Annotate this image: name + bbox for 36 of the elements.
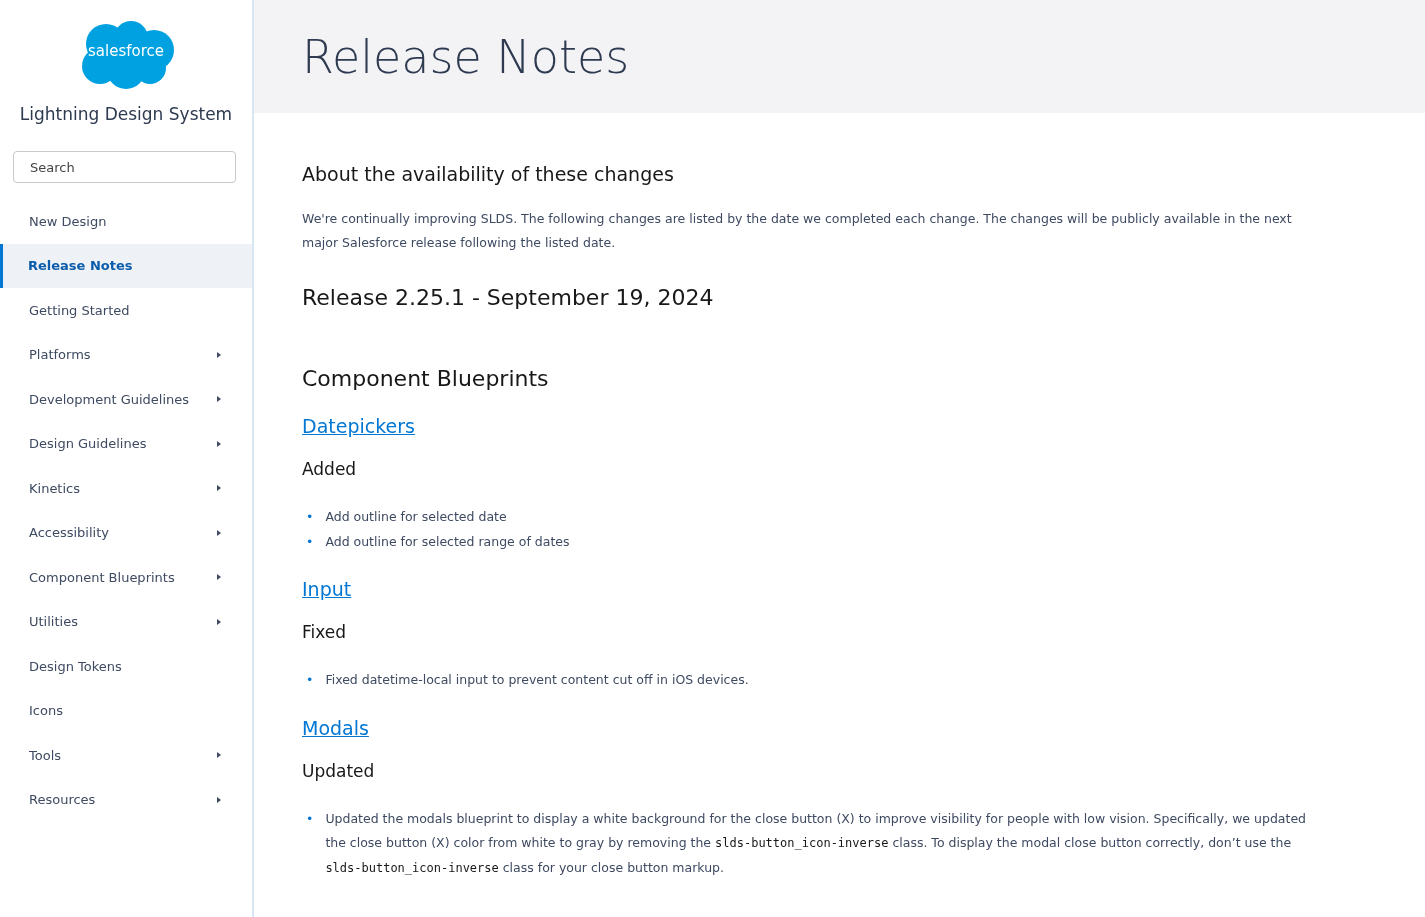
change-type: Added [302,459,358,479]
nav-item[interactable]: Getting Started [0,288,252,333]
page-title: Release Notes [302,29,630,84]
logo-text: salesforce [87,42,165,60]
nav-item[interactable]: Accessibility [0,510,252,555]
nav-item[interactable]: Kinetics [0,466,252,511]
change-item: Add outline for selected date [325,508,508,526]
nav-item[interactable]: Icons [0,688,252,733]
change-item: Add outline for selected range of dates [325,532,571,551]
nav-item[interactable]: Design Tokens [0,644,252,689]
release-title: Release 2.25.1 - September 19, 2024 [302,285,715,310]
nav-item[interactable]: Resources [0,777,252,822]
nav-item[interactable]: New Design [0,199,252,244]
component-link[interactable]: Datepickers [302,415,415,437]
nav-item[interactable]: Design Guidelines [0,421,252,466]
change-item: Updated the modals blueprint to display a white background for the close button (X) to improve visibility for people with low vision. Specifically, we updated the close button (X) color from white to gray by removing the slds-button_icon-inverse class. To display the modal close button correctly, don’t use the slds-button_icon-inverse class for your close button markup. [325,809,1307,877]
nav-item[interactable]: Component Blueprints [0,555,252,600]
site-title: Lightning Design System [19,104,233,124]
change-type: Fixed [302,622,348,642]
intro-paragraph: We're continually improving SLDS. The following changes are listed by the date we completed each change. The changes will be publicly available in the next major Salesforce release following the listed date. [302,210,1293,252]
nav-item[interactable]: Tools [0,733,252,778]
change-item: Fixed datetime-local input to prevent content cut off in iOS devices. [325,671,750,689]
bullet: • [306,671,314,689]
nav-item[interactable]: Platforms [0,332,252,377]
bullet: • [306,809,314,828]
nav-item[interactable]: Release Notes [0,243,252,288]
section-heading: About the availability of these changes [302,163,675,185]
bullet: • [306,508,314,526]
nav-item[interactable]: Utilities [0,599,252,644]
change-type: Updated [302,760,376,781]
nav-item[interactable]: Development Guidelines [0,377,252,422]
bullet: • [306,532,314,551]
component-link[interactable]: Modals [302,716,369,739]
search-field[interactable]: Search [13,151,236,183]
component-link[interactable]: Input [302,578,352,600]
category-heading: Component Blueprints [302,366,550,391]
